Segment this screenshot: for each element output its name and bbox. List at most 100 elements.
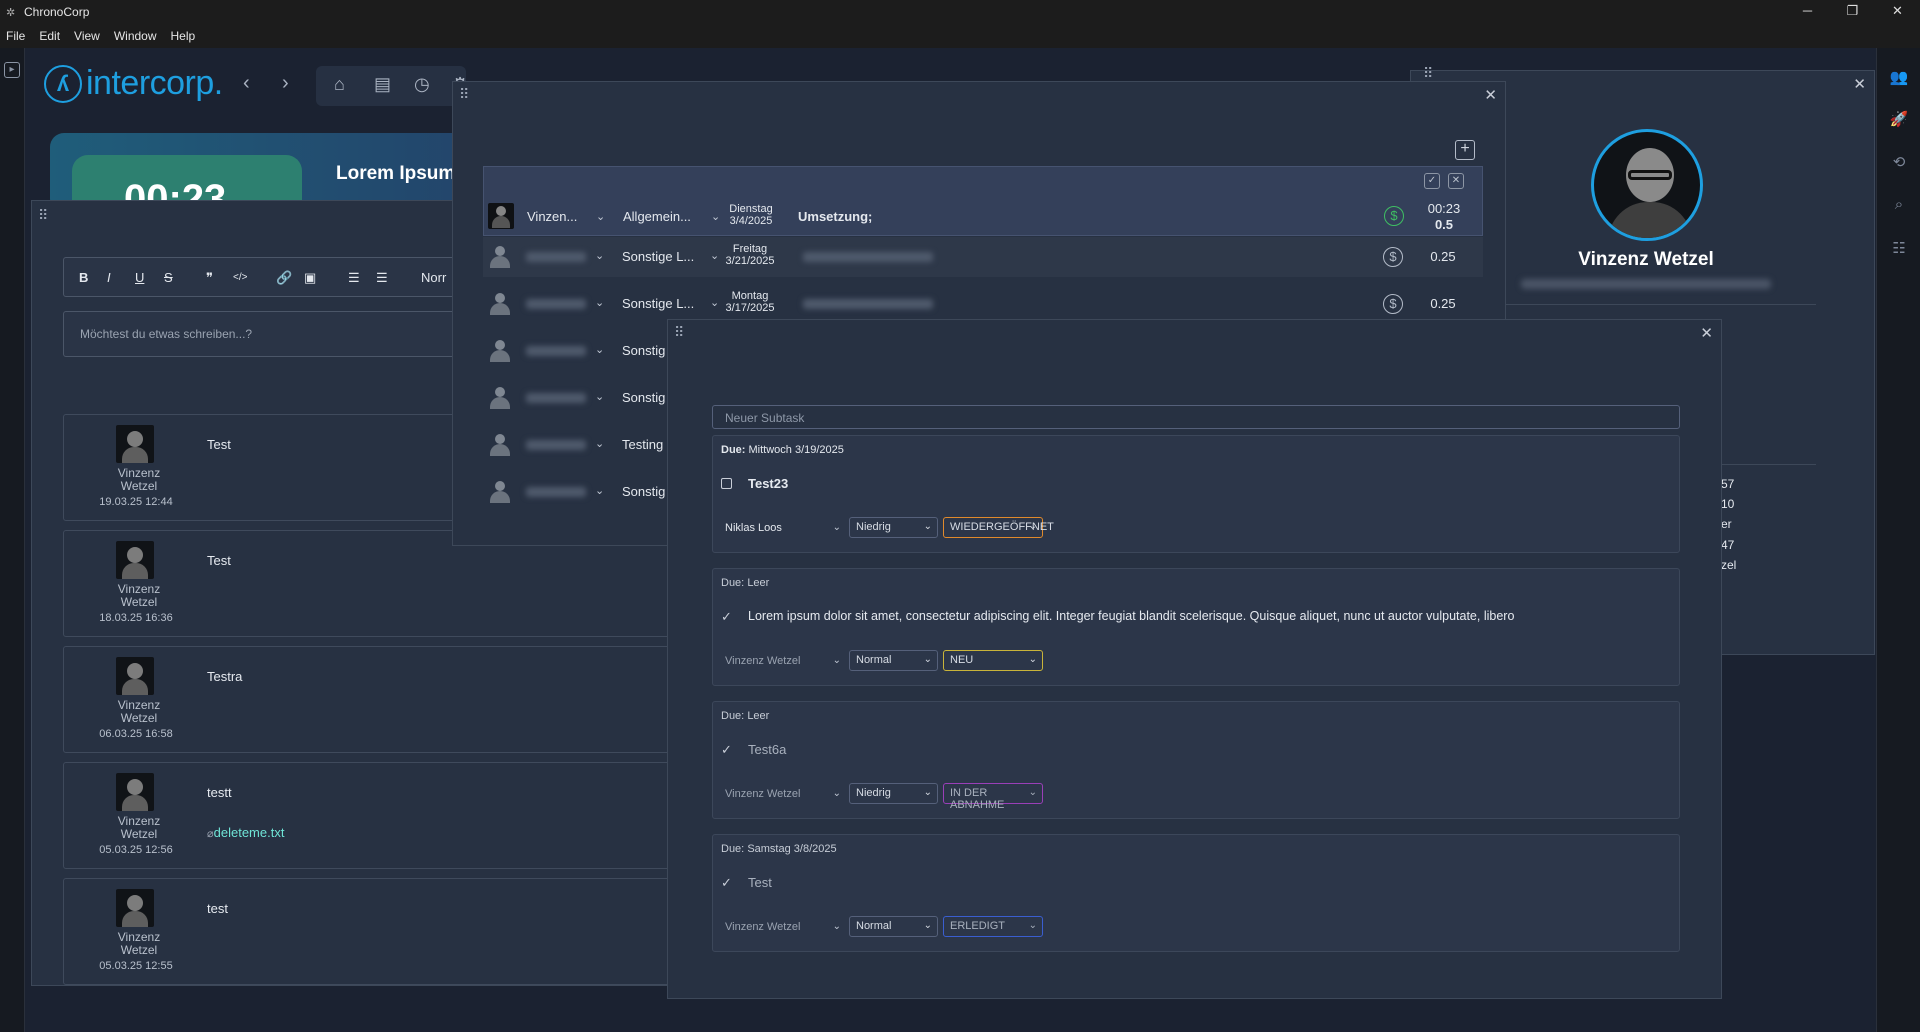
close-icon[interactable]: ✕ [1700, 324, 1713, 342]
team-icon[interactable]: 👥 [1889, 68, 1909, 88]
entry-type[interactable]: Sonstig [622, 343, 665, 358]
table-row[interactable]: ⌄ Sonstige L... ⌄ Freitag 3/21/2025 $ 0.2… [483, 237, 1483, 277]
close-icon[interactable]: ✕ [1484, 86, 1497, 104]
restore-button[interactable]: ❐ [1830, 0, 1875, 24]
minimize-button[interactable]: ─ [1785, 0, 1830, 24]
entry-type[interactable]: Sonstig [622, 390, 665, 405]
brand-logo[interactable]: ʎ intercorp. [44, 64, 223, 103]
home-icon[interactable]: ⌂ [334, 74, 345, 95]
subtask-title[interactable]: Test23 [748, 476, 788, 491]
status-select[interactable]: WIEDERGEÖFFNET ⌄ [943, 517, 1054, 538]
assignee-select[interactable]: Vinzenz Wetzel ⌄ [725, 921, 841, 933]
avatar [488, 203, 514, 229]
menu-edit[interactable]: Edit [39, 29, 60, 43]
expand-sidebar-icon[interactable]: ▸ [4, 62, 20, 78]
subtask-checkbox[interactable] [721, 478, 732, 489]
billable-icon[interactable]: $ [1383, 247, 1403, 267]
priority-select[interactable]: Niedrig ⌄ [849, 517, 938, 538]
billable-icon[interactable]: $ [1384, 206, 1404, 226]
priority-select[interactable]: Niedrig ⌄ [849, 783, 938, 804]
chevron-down-icon: ⌄ [832, 655, 841, 666]
menu-view[interactable]: View [74, 29, 100, 43]
close-window-button[interactable]: ✕ [1875, 0, 1920, 24]
image-button[interactable]: ▣ [304, 270, 316, 286]
add-entry-button[interactable]: + [1455, 140, 1475, 160]
chevron-down-icon: ⌄ [1028, 654, 1037, 665]
table-row[interactable]: ✓ ✕ Vinzen... ⌄ Allgemein... ⌄ Dienstag 3… [483, 166, 1483, 236]
close-icon[interactable]: ✕ [1853, 75, 1866, 93]
attachment-link[interactable]: ⌀deleteme.txt [207, 825, 284, 840]
ordered-list-button[interactable]: ☰ [348, 270, 360, 286]
notes-icon[interactable]: ☷ [1889, 239, 1909, 259]
drag-handle-icon[interactable]: ⠿ [1423, 65, 1433, 82]
table-row[interactable]: ⌄ Sonstige L... ⌄ Montag 3/17/2025 $ 0.25 [483, 284, 1483, 324]
billable-icon[interactable]: $ [1383, 294, 1403, 314]
entry-user-blurred [526, 487, 586, 497]
quote-button[interactable]: ❞ [206, 270, 213, 286]
menu-window[interactable]: Window [114, 29, 157, 43]
clock-icon[interactable]: ◷ [414, 74, 430, 95]
checkmark-icon[interactable]: ✓ [721, 743, 732, 756]
confirm-icon[interactable]: ✓ [1424, 173, 1440, 189]
entry-type[interactable]: Sonstige L... [622, 296, 694, 311]
entry-user[interactable]: Vinzen... [527, 209, 577, 224]
history-icon[interactable]: ⟲ [1889, 153, 1909, 173]
checkmark-icon[interactable]: ✓ [721, 876, 732, 889]
underline-button[interactable]: U [135, 270, 144, 285]
entry-type[interactable]: Sonstig [622, 484, 665, 499]
hero-title: Lorem Ipsum [336, 163, 456, 184]
priority-select[interactable]: Normal ⌄ [849, 916, 938, 937]
subtask-title[interactable]: Test6a [748, 742, 786, 757]
menu-help[interactable]: Help [171, 29, 196, 43]
code-button[interactable]: </> [233, 272, 247, 283]
new-subtask-input[interactable]: Neuer Subtask [712, 405, 1680, 429]
rich-text-toolbar: B I U S ❞ </> 🔗 ▣ ☰ ☰ Norr [63, 257, 463, 297]
drag-handle-icon[interactable]: ⠿ [38, 207, 48, 224]
cancel-icon[interactable]: ✕ [1448, 173, 1464, 189]
chevron-down-icon[interactable]: ⌄ [595, 296, 604, 309]
subtask-title[interactable]: Test [748, 875, 772, 890]
chevron-down-icon[interactable]: ⌄ [595, 390, 604, 403]
comment-author: Vinzenz Wetzel [117, 466, 161, 493]
rocket-icon[interactable]: 🚀 [1889, 110, 1909, 130]
italic-button[interactable]: I [107, 270, 111, 285]
drag-handle-icon[interactable]: ⠿ [674, 324, 684, 341]
search-list-icon[interactable]: ⌕ [1889, 196, 1909, 216]
comment-author: Vinzenz Wetzel [117, 698, 161, 725]
chevron-down-icon[interactable]: ⌄ [596, 210, 605, 223]
entry-type[interactable]: Testing [622, 437, 663, 452]
status-select[interactable]: ERLEDIGT ⌄ [943, 916, 1043, 937]
chevron-down-icon[interactable]: ⌄ [595, 249, 604, 262]
comment-input[interactable]: Möchtest du etwas schreiben...? [63, 311, 463, 357]
bullet-list-button[interactable]: ☰ [376, 270, 388, 286]
comment-author: Vinzenz Wetzel [117, 930, 161, 957]
new-subtask-placeholder: Neuer Subtask [725, 411, 805, 425]
strike-button[interactable]: S [164, 270, 173, 285]
comment-item: Vinzenz Wetzel 18.03.25 16:36 Test [63, 530, 683, 637]
format-select[interactable]: Norr [421, 270, 446, 285]
chevron-down-icon[interactable]: ⌄ [595, 343, 604, 356]
entry-type[interactable]: Allgemein... [623, 209, 691, 224]
menu-file[interactable]: File [6, 29, 25, 43]
chevron-down-icon[interactable]: ⌄ [595, 484, 604, 497]
assignee-select[interactable]: Vinzenz Wetzel ⌄ [725, 788, 841, 800]
assignee-select[interactable]: Niklas Loos ⌄ [725, 522, 841, 534]
priority-select[interactable]: Normal ⌄ [849, 650, 938, 671]
assignee-select[interactable]: Vinzenz Wetzel ⌄ [725, 655, 841, 667]
status-select[interactable]: NEU ⌄ [943, 650, 1043, 671]
report-icon[interactable]: ▤ [374, 74, 391, 95]
status-select[interactable]: IN DER ABNAHME ⌄ [943, 783, 1043, 811]
chevron-down-icon: ⌄ [1028, 521, 1037, 532]
link-button[interactable]: 🔗 [276, 270, 292, 286]
entry-date: Montag 3/17/2025 [725, 290, 775, 314]
drag-handle-icon[interactable]: ⠿ [459, 86, 469, 103]
profile-value: 57 [1721, 477, 1735, 491]
forward-arrow-icon[interactable]: › [282, 72, 289, 95]
entry-type[interactable]: Sonstige L... [622, 249, 694, 264]
bold-button[interactable]: B [79, 270, 88, 285]
back-arrow-icon[interactable]: ‹ [243, 72, 250, 95]
checkmark-icon[interactable]: ✓ [721, 610, 732, 623]
chevron-down-icon[interactable]: ⌄ [595, 437, 604, 450]
avatar [116, 773, 154, 811]
subtask-title[interactable]: Lorem ipsum dolor sit amet, consectetur … [748, 609, 1514, 623]
